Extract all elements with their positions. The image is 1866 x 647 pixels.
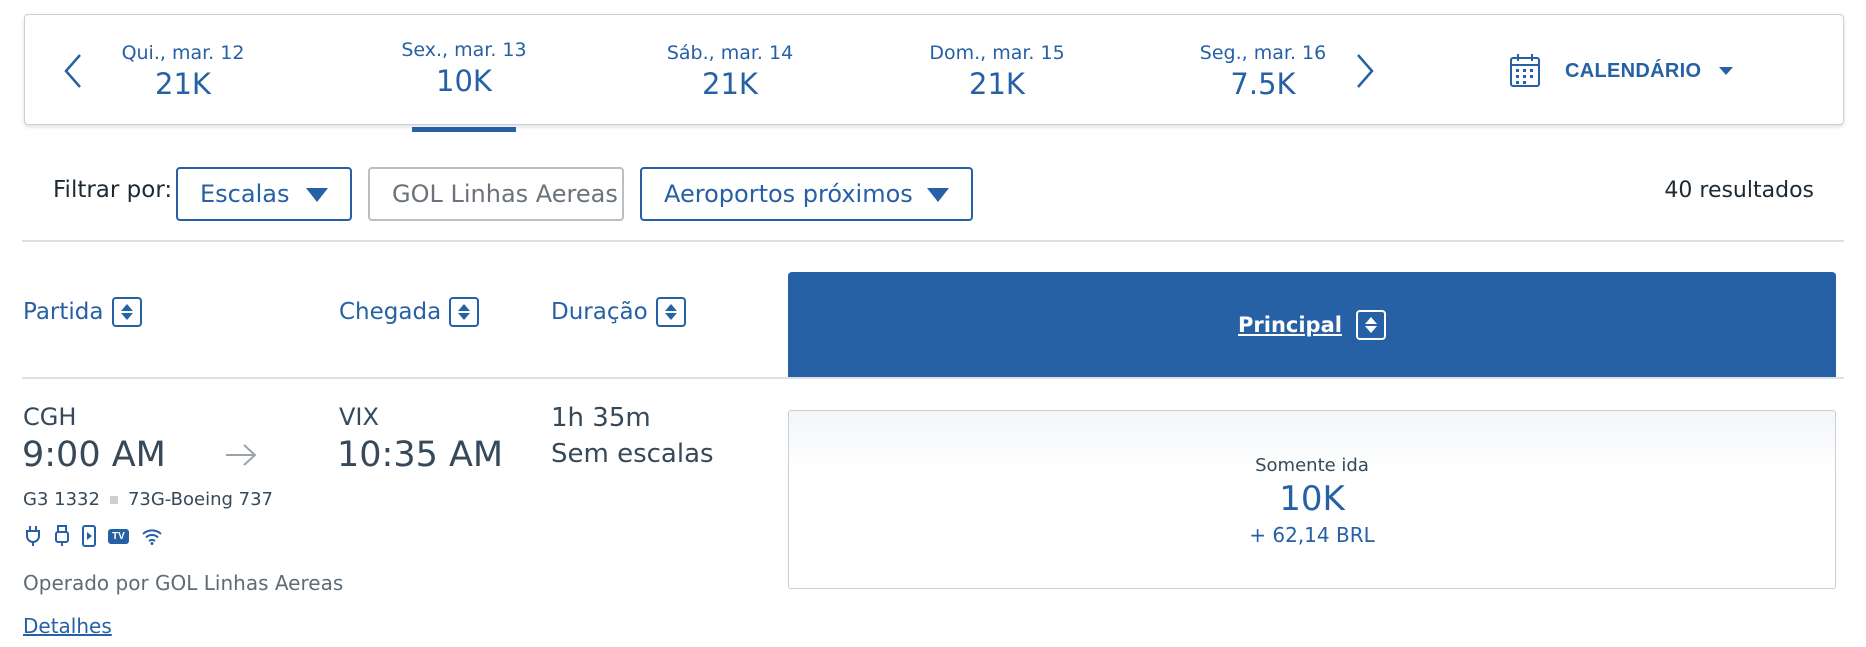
date-price: 21K — [702, 67, 758, 101]
results-count: 40 resultados — [1664, 178, 1814, 203]
date-label: Sex., mar. 13 — [401, 39, 527, 61]
flight-number: G3 1332 — [23, 489, 100, 510]
details-link[interactable]: Detalhes — [23, 614, 112, 638]
calendar-label: CALENDÁRIO — [1565, 59, 1702, 82]
date-selector-bar: Qui., mar. 12 21K Sex., mar. 13 10K Sáb.… — [24, 14, 1844, 132]
duration-column-label: Duração — [551, 299, 648, 325]
departure-column-label: Partida — [23, 299, 104, 325]
origin-airport-code: CGH — [23, 403, 77, 431]
calendar-icon — [1510, 54, 1540, 87]
sort-icon — [655, 297, 686, 327]
filter-label: Filtrar por: — [53, 177, 173, 203]
chevron-left-icon — [64, 54, 81, 88]
date-tab-1[interactable]: Qui., mar. 12 21K — [98, 40, 268, 102]
date-price: 10K — [436, 64, 492, 98]
wifi-icon — [141, 527, 163, 545]
date-tab-3[interactable]: Sáb., mar. 14 21K — [645, 40, 815, 102]
sort-principal-button[interactable]: Principal — [788, 272, 1836, 378]
date-label: Sáb., mar. 14 — [666, 42, 794, 64]
divider — [22, 377, 1844, 379]
principal-column-label: Principal — [1238, 313, 1342, 337]
amenities-list: TV — [24, 525, 163, 547]
caret-down-icon — [1719, 67, 1734, 75]
divider — [22, 240, 1844, 242]
operated-by: Operado por GOL Linhas Aereas — [23, 571, 344, 595]
sort-icon — [449, 297, 480, 327]
selected-underline — [412, 127, 516, 132]
date-price: 7.5K — [1230, 67, 1296, 101]
fare-option-card[interactable]: Somente ida 10K + 62,14 BRL — [788, 410, 1836, 589]
sort-departure-button[interactable]: Partida — [23, 297, 142, 327]
previous-dates-button[interactable] — [53, 47, 93, 95]
flight-info: G3 1332 73G-Boeing 737 — [23, 489, 273, 510]
date-tab-4[interactable]: Dom., mar. 15 21K — [912, 40, 1082, 102]
airline-filter-label: GOL Linhas Aereas — [392, 180, 618, 208]
stops-info: Sem escalas — [551, 439, 714, 469]
chevron-right-icon — [1357, 54, 1374, 88]
sort-duration-button[interactable]: Duração — [551, 297, 686, 327]
date-label: Qui., mar. 12 — [121, 42, 245, 64]
next-dates-button[interactable] — [1345, 47, 1385, 95]
date-label: Seg., mar. 16 — [1199, 42, 1327, 64]
date-price: 21K — [155, 67, 211, 101]
nearby-airports-label: Aeroportos próximos — [664, 180, 913, 208]
fare-miles: 10K — [1279, 479, 1345, 519]
mobile-device-icon — [82, 525, 96, 547]
departure-time: 9:00 AM — [22, 435, 166, 475]
usb-icon — [54, 525, 70, 547]
destination-airport-code: VIX — [339, 403, 379, 431]
date-label: Dom., mar. 15 — [929, 42, 1065, 64]
fare-type-label: Somente ida — [1255, 455, 1369, 476]
arrival-time: 10:35 AM — [337, 435, 504, 475]
date-price: 21K — [969, 67, 1025, 101]
aircraft-type: 73G-Boeing 737 — [127, 489, 273, 510]
stops-filter-dropdown[interactable]: Escalas — [176, 167, 352, 221]
sort-icon — [1355, 310, 1386, 340]
airline-filter-button[interactable]: GOL Linhas Aereas — [368, 167, 624, 221]
nearby-airports-dropdown[interactable]: Aeroportos próximos — [640, 167, 973, 221]
date-tab-2-selected[interactable]: Sex., mar. 13 10K — [379, 37, 549, 132]
caret-down-icon — [306, 188, 328, 202]
fare-taxes: + 62,14 BRL — [1249, 523, 1375, 547]
calendar-dropdown[interactable]: CALENDÁRIO — [1509, 53, 1734, 89]
stops-filter-label: Escalas — [200, 180, 290, 208]
sort-arrival-button[interactable]: Chegada — [339, 297, 480, 327]
separator — [109, 495, 118, 504]
tv-icon: TV — [108, 528, 129, 544]
flight-duration: 1h 35m — [551, 403, 651, 433]
arrow-right-icon — [226, 444, 257, 466]
arrival-column-label: Chegada — [339, 299, 442, 325]
sort-icon — [111, 297, 142, 327]
power-outlet-icon — [24, 525, 42, 547]
date-tab-5[interactable]: Seg., mar. 16 7.5K — [1178, 40, 1348, 102]
caret-down-icon — [927, 188, 949, 202]
